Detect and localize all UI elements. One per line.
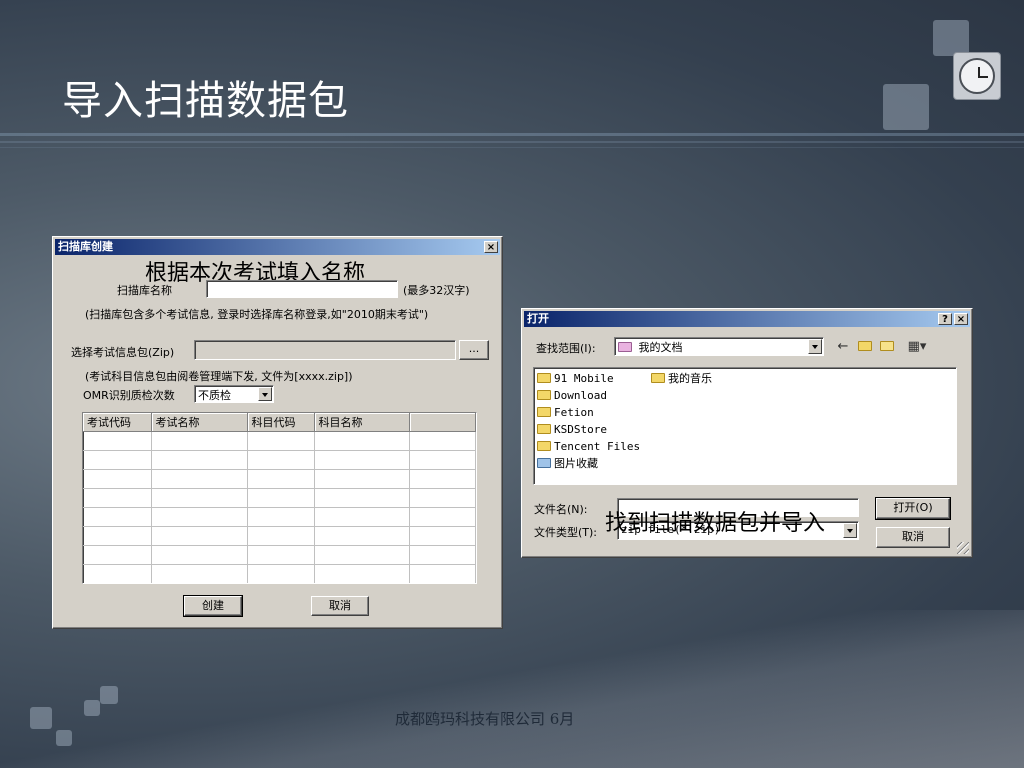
music-folder-icon [651,373,665,383]
folder-icon [537,441,551,451]
decor-band [0,133,1024,136]
folder-icon [537,373,551,383]
list-item[interactable]: 我的音乐 [651,371,712,387]
back-arrow-icon[interactable]: ← [834,339,852,355]
clock-icon [953,52,1001,100]
table-row[interactable] [83,526,476,546]
table-row[interactable] [83,564,476,583]
column-header[interactable]: 科目代码 [247,413,315,432]
decor-square [933,20,969,56]
library-name-input[interactable] [206,280,398,298]
folder-icon [537,390,551,400]
footer-text: 成都鸥玛科技有限公司 6月 [395,710,575,728]
exam-info-table: 考试代码 考试名称 科目代码 科目名称 [82,412,477,584]
package-note: (考试科目信息包由阅卷管理端下发, 文件为[xxxx.zip]) [85,370,353,383]
decor-square [883,84,929,130]
decor-square [84,700,100,716]
dialog-title: 打开 [527,312,549,325]
list-item[interactable]: Tencent Files [537,439,640,455]
list-item[interactable]: 91 Mobile [537,371,614,387]
column-header[interactable]: 科目名称 [314,413,410,432]
name-hint: (最多32汉字) [403,284,470,297]
open-file-dialog: 打开 ? × 查找范围(I): 我的文档 ← ▦▾ 91 Mobile Down… [521,308,973,558]
browse-button[interactable]: ... [459,340,489,360]
table-row[interactable] [83,507,476,527]
decor-square [56,730,72,746]
lookin-label: 查找范围(I): [536,342,596,355]
dialog-title: 扫描库创建 [58,240,113,253]
package-label: 选择考试信息包(Zip) [71,346,175,359]
lookin-value: 我的文档 [638,341,683,354]
cancel-button[interactable]: 取消 [311,596,369,616]
table-row[interactable] [83,431,476,451]
resize-grip[interactable] [957,542,969,554]
lookin-select[interactable]: 我的文档 [614,337,824,356]
cancel-button[interactable]: 取消 [876,527,950,548]
new-folder-icon[interactable] [878,339,896,355]
filename-label: 文件名(N): [534,503,588,516]
slide-title: 导入扫描数据包 [62,78,349,124]
decor-wave [0,610,1024,768]
dialog-titlebar: 打开 ? × [524,311,970,327]
table-row[interactable] [83,450,476,470]
omr-label: OMR识别质检次数 [83,389,175,402]
folder-icon [537,407,551,417]
list-item[interactable]: 图片收藏 [537,456,598,472]
my-documents-icon [618,342,632,352]
table-row[interactable] [83,469,476,489]
table-row[interactable] [83,488,476,508]
dialog-titlebar: 扫描库创建 × [55,239,500,255]
open-button[interactable]: 打开(O) [875,497,951,520]
list-item[interactable]: KSDStore [537,422,607,438]
close-icon[interactable]: × [954,313,968,325]
file-annotation: 找到扫描数据包并导入 [605,511,826,536]
column-header[interactable] [409,413,476,432]
decor-square [100,686,118,704]
decor-band [0,147,1024,148]
help-icon[interactable]: ? [938,313,952,325]
chevron-down-icon[interactable] [258,387,272,401]
table-row[interactable] [83,545,476,565]
close-icon[interactable]: × [484,241,498,253]
list-item[interactable]: Download [537,388,607,404]
omr-value: 不质检 [198,389,231,402]
chevron-down-icon[interactable] [843,523,857,538]
omr-check-select[interactable]: 不质检 [194,385,274,403]
list-item[interactable]: Fetion [537,405,594,421]
chevron-down-icon[interactable] [808,339,822,354]
file-list: 91 Mobile Download Fetion KSDStore Tence… [533,367,957,485]
table-row[interactable] [83,584,476,585]
decor-square [30,707,52,729]
column-header[interactable]: 考试代码 [83,413,152,432]
name-note: (扫描库包含多个考试信息, 登录时选择库名称登录,如"2010期末考试") [85,308,429,321]
up-folder-icon[interactable] [856,339,874,355]
view-menu-icon[interactable]: ▦▾ [904,339,930,355]
folder-icon [537,424,551,434]
decor-band [0,141,1024,143]
column-header[interactable]: 考试名称 [151,413,248,432]
create-scan-library-dialog: 扫描库创建 × 根据本次考试填入名称 扫描库名称 (最多32汉字) (扫描库包含… [52,236,503,629]
create-button[interactable]: 创建 [183,595,243,617]
name-label: 扫描库名称 [117,284,172,297]
filetype-label: 文件类型(T): [534,526,598,539]
package-path-input[interactable] [194,340,456,360]
pictures-folder-icon [537,458,551,468]
